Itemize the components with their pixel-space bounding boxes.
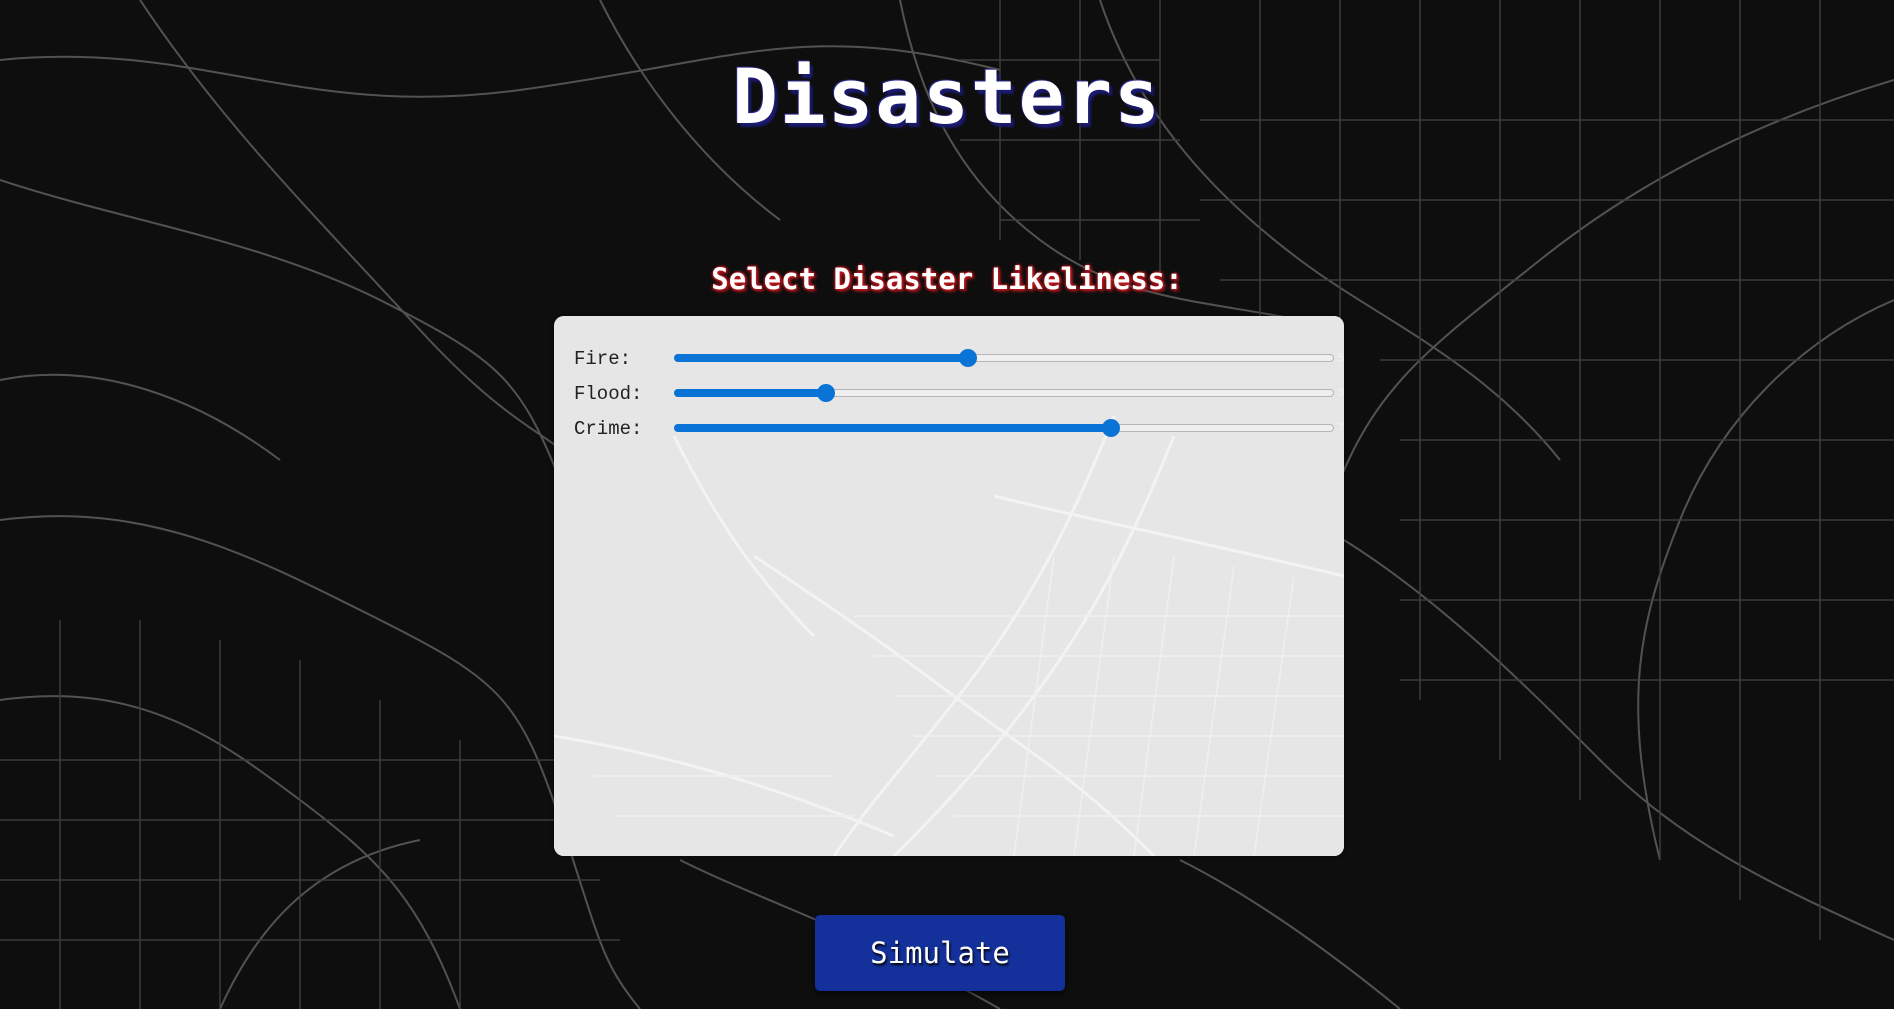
- fire-label: Fire:: [574, 348, 632, 370]
- crime-slider-thumb[interactable]: [1102, 419, 1120, 437]
- fire-slider-thumb[interactable]: [959, 349, 977, 367]
- crime-value: 7: [1338, 422, 1344, 434]
- likeliness-panel: Fire: 5 Flood: 3 Crime: 7: [554, 316, 1344, 856]
- slider-row-flood: Flood: 3: [574, 381, 1344, 405]
- section-heading: Select Disaster Likeliness:: [711, 262, 1183, 296]
- crime-label: Crime:: [574, 418, 643, 440]
- flood-label: Flood:: [574, 383, 643, 405]
- slider-row-crime: Crime: 7: [574, 416, 1344, 440]
- fire-slider-fill: [674, 354, 967, 362]
- fire-value: 5: [1338, 352, 1344, 364]
- flood-slider[interactable]: [674, 384, 1334, 402]
- simulate-button[interactable]: Simulate: [815, 915, 1065, 991]
- page-title: Disasters: [732, 52, 1162, 141]
- flood-value: 3: [1338, 387, 1344, 399]
- slider-row-fire: Fire: 5: [574, 346, 1344, 370]
- crime-slider[interactable]: [674, 419, 1334, 437]
- flood-slider-fill: [674, 389, 825, 397]
- crime-slider-fill: [674, 424, 1110, 432]
- flood-slider-thumb[interactable]: [817, 384, 835, 402]
- page-canvas: Disasters Select Disaster Likeliness: Fi…: [0, 0, 1894, 1009]
- fire-slider[interactable]: [674, 349, 1334, 367]
